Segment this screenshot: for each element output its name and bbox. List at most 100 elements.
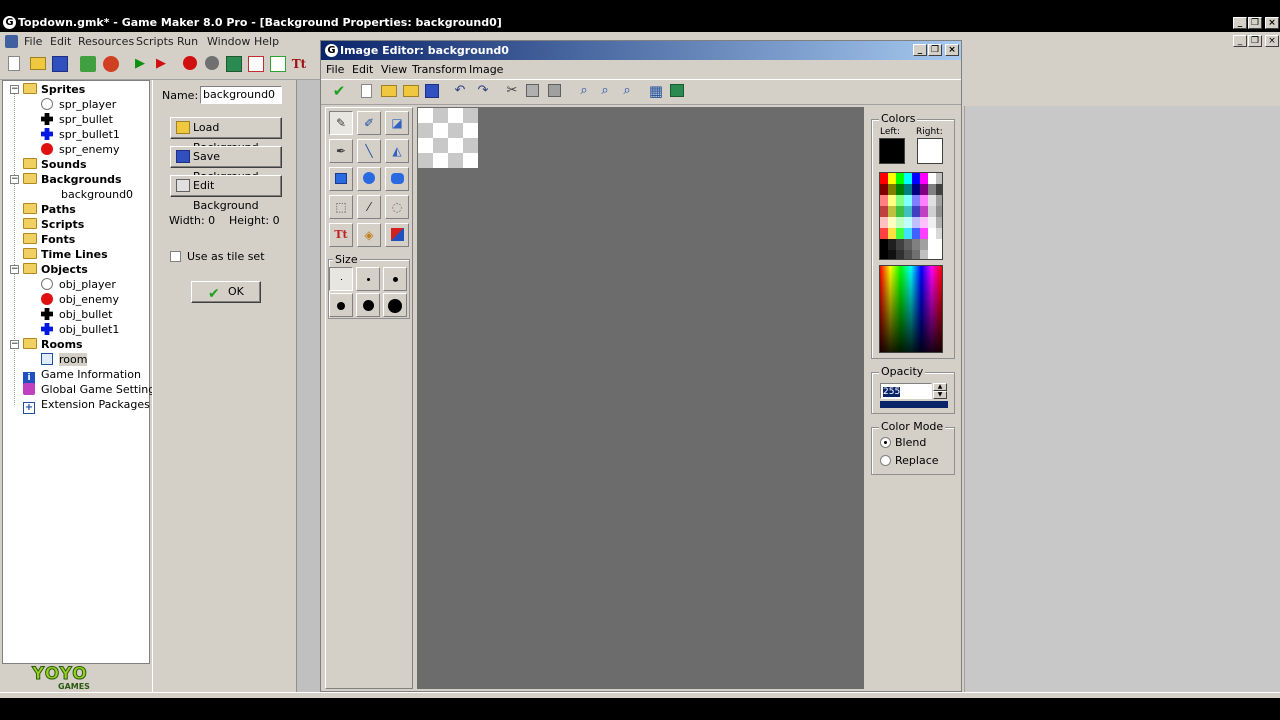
size-5-button[interactable] [356,293,380,317]
tree-item-room[interactable]: room [41,352,88,367]
ok-button[interactable]: ✔ OK [191,281,261,303]
copy-icon[interactable] [526,84,539,97]
editor-restore-button[interactable]: ❐ [928,44,942,56]
confirm-check-icon[interactable]: ✔ [331,83,347,99]
size-6-button[interactable] [383,293,407,317]
editor-menu-file[interactable]: File [326,63,344,76]
palette-color-cell[interactable] [928,173,936,184]
objects-expander[interactable]: − [10,265,19,274]
tree-item-obj-bullet1[interactable]: obj_bullet1 [41,322,119,337]
rooms-expander[interactable]: − [10,340,19,349]
palette-color-cell[interactable] [896,239,904,250]
palette-color-cell[interactable] [896,184,904,195]
palette-color-cell[interactable] [896,195,904,206]
add-image-icon[interactable] [403,85,419,97]
palette-color-cell[interactable] [928,184,936,195]
palette-color-cell[interactable] [904,184,912,195]
palette-color-cell[interactable] [904,206,912,217]
color-spectrum-picker[interactable] [879,265,943,353]
editor-minimize-button[interactable]: _ [913,44,927,56]
resource-tree[interactable]: − Sprites spr_player spr_bullet spr_bull… [2,80,161,664]
mdi-restore-button[interactable]: ❐ [1248,35,1262,47]
tree-folder-scripts[interactable]: Scripts [23,217,84,232]
palette-color-cell[interactable] [904,250,912,259]
main-close-button[interactable]: × [1265,17,1279,29]
replace-radio[interactable] [880,455,891,466]
create-script-icon[interactable] [270,56,286,72]
tree-item-background0[interactable]: background0 [61,187,133,202]
palette-color-cell[interactable] [936,250,942,259]
ellipse-tool-icon[interactable] [357,167,381,191]
grid-icon[interactable]: ▦ [648,83,664,99]
palette-color-cell[interactable] [936,228,942,239]
palette-color-cell[interactable] [904,195,912,206]
tree-folder-sounds[interactable]: Sounds [23,157,87,172]
magic-wand-tool-icon[interactable]: ⁄ [357,195,381,219]
fill-tool-icon[interactable]: ◈ [357,223,381,247]
menu-edit[interactable]: Edit [50,35,71,48]
menu-scripts[interactable]: Scripts [136,35,174,48]
rect-select-tool-icon[interactable]: ⬚ [329,195,353,219]
palette-color-cell[interactable] [904,239,912,250]
name-field[interactable]: background0 [200,86,282,104]
tree-folder-rooms[interactable]: Rooms [23,337,83,352]
opacity-down-button[interactable]: ▼ [933,391,947,399]
palette-color-cell[interactable] [880,184,888,195]
redo-icon[interactable]: ↷ [475,83,491,99]
palette-color-cell[interactable] [936,195,942,206]
save-icon[interactable] [52,56,68,72]
palette-color-cell[interactable] [896,173,904,184]
load-background-button[interactable]: Load Background [170,117,282,154]
opacity-field[interactable]: 255 [880,383,932,399]
menu-run[interactable]: Run [177,35,198,48]
palette-color-cell[interactable] [920,228,928,239]
zoom-normal-icon[interactable]: ⌕ [597,83,613,99]
line-tool-icon[interactable]: ╲ [357,139,381,163]
palette-color-cell[interactable] [888,173,896,184]
palette-color-cell[interactable] [928,206,936,217]
tree-item-extension-packages[interactable]: + Extension Packages [23,397,150,414]
palette-color-cell[interactable] [928,250,936,259]
palette-color-cell[interactable] [920,250,928,259]
right-color-swatch[interactable] [917,138,943,164]
palette-color-cell[interactable] [888,250,896,259]
undo-icon[interactable]: ↶ [452,83,468,99]
palette-color-cell[interactable] [936,217,942,228]
create-sprite-icon[interactable] [183,56,197,70]
save-image-icon[interactable] [425,84,439,98]
editor-menu-transform[interactable]: Transform [412,63,467,76]
palette-color-cell[interactable] [920,239,928,250]
editor-menu-edit[interactable]: Edit [352,63,373,76]
pencil-tool-icon[interactable]: ✎ [329,111,353,135]
editor-menu-image[interactable]: Image [469,63,503,76]
palette-color-cell[interactable] [928,195,936,206]
palette-color-cell[interactable] [936,206,942,217]
tree-item-spr-enemy[interactable]: spr_enemy [41,142,119,157]
palette-color-cell[interactable] [912,217,920,228]
size-3-button[interactable] [383,267,407,291]
color-palette-grid[interactable] [879,172,943,260]
editor-menu-view[interactable]: View [381,63,407,76]
opacity-bar[interactable] [880,401,948,408]
new-image-icon[interactable] [361,84,372,98]
palette-color-cell[interactable] [928,217,936,228]
size-1-button[interactable] [329,267,353,291]
backgrounds-expander[interactable]: − [10,175,19,184]
tileset-checkbox[interactable] [170,251,181,262]
image-canvas-area[interactable] [417,107,864,689]
palette-color-cell[interactable] [888,239,896,250]
palette-color-cell[interactable] [896,206,904,217]
edit-background-button[interactable]: Edit Background [170,175,282,212]
palette-color-cell[interactable] [896,250,904,259]
palette-color-cell[interactable] [896,217,904,228]
mdi-doc-icon[interactable] [5,35,18,48]
tree-item-spr-player[interactable]: spr_player [41,97,116,112]
tree-folder-objects[interactable]: Objects [23,262,88,277]
palette-color-cell[interactable] [912,228,920,239]
spray-tool-icon[interactable]: ✐ [357,111,381,135]
palette-color-cell[interactable] [896,228,904,239]
palette-color-cell[interactable] [880,250,888,259]
mdi-minimize-button[interactable]: _ [1233,35,1247,47]
palette-color-cell[interactable] [880,239,888,250]
palette-color-cell[interactable] [912,239,920,250]
